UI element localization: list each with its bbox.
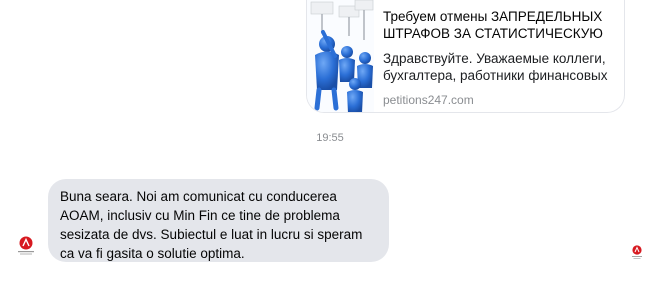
link-preview-title: Требуем отмены ЗАПРЕДЕЛЬНЫХ ШТРАФОВ ЗА С… <box>383 9 603 41</box>
protest-figures-image[interactable] <box>307 0 374 112</box>
link-preview-domain: petitions247.com <box>383 93 474 107</box>
chat-thread: Требуем отмены ЗАПРЕДЕЛЬНЫХ ШТРАФОВ ЗА С… <box>0 0 655 282</box>
incoming-message-text: Buna seara. Noi am comunicat cu conducer… <box>60 189 363 261</box>
link-preview-card[interactable]: Требуем отмены ЗАПРЕДЕЛЬНЫХ ШТРАФОВ ЗА С… <box>306 0 625 113</box>
message-timestamp: 19:55 <box>316 132 344 144</box>
organization-logo-icon[interactable] <box>15 235 37 257</box>
link-preview-text: Требуем отмены ЗАПРЕДЕЛЬНЫХ ШТРАФОВ ЗА С… <box>383 8 619 107</box>
read-receipt-avatar-icon <box>630 244 644 260</box>
incoming-message-bubble[interactable]: Buna seara. Noi am comunicat cu conducer… <box>48 179 389 262</box>
link-preview-description: Здравствуйте. Уважаемые коллеги, бухгалт… <box>383 51 608 83</box>
